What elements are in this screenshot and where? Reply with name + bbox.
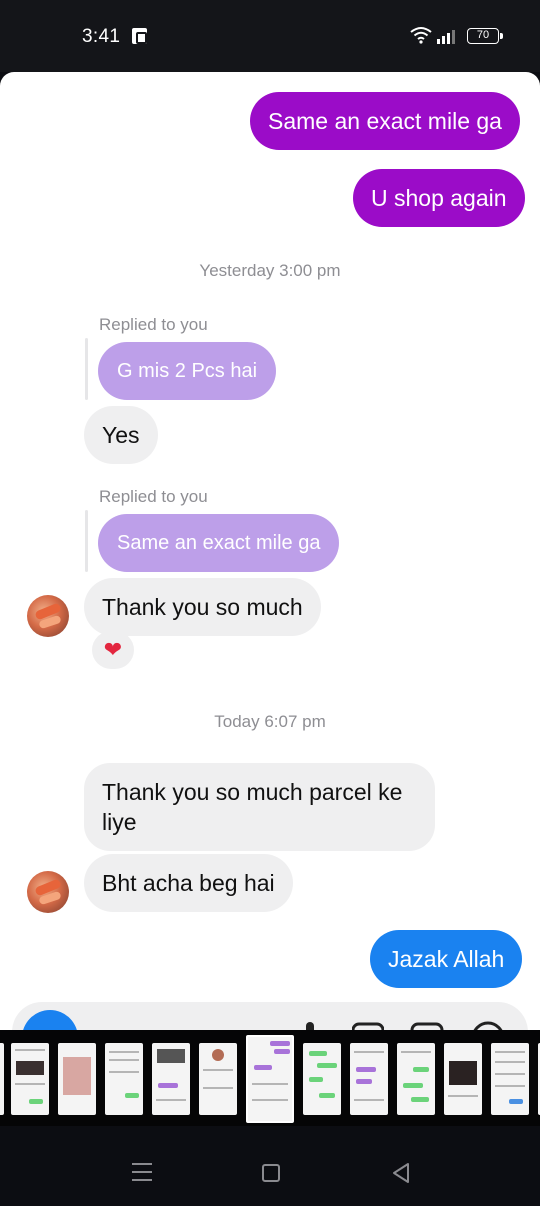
reply-indicator-line bbox=[85, 338, 88, 400]
shopping-bag-icon bbox=[132, 28, 147, 44]
thumbnail[interactable] bbox=[11, 1043, 49, 1115]
mic-icon[interactable] bbox=[302, 1020, 318, 1030]
recents-menu-icon[interactable] bbox=[132, 1163, 152, 1181]
gallery-icon[interactable] bbox=[352, 1022, 384, 1030]
thumbnail[interactable] bbox=[0, 1043, 4, 1115]
home-square-icon[interactable] bbox=[262, 1164, 280, 1182]
chat-thread[interactable]: Same an exact mile ga U shop again Yeste… bbox=[0, 72, 540, 1030]
status-bar: 3:41 70 bbox=[0, 0, 540, 72]
message-incoming[interactable]: Thank you so much bbox=[84, 578, 321, 636]
add-icon[interactable] bbox=[470, 1020, 506, 1030]
message-outgoing[interactable]: Same an exact mile ga bbox=[250, 92, 520, 150]
thumbnail[interactable] bbox=[444, 1043, 482, 1115]
status-time: 3:41 bbox=[82, 26, 121, 47]
system-navigation-bar bbox=[0, 1126, 540, 1206]
heart-reaction-icon[interactable]: ❤ bbox=[92, 631, 134, 669]
signal-icon bbox=[437, 30, 455, 44]
message-composer[interactable] bbox=[12, 1002, 528, 1030]
replied-label: Replied to you bbox=[99, 315, 208, 334]
wifi-icon bbox=[410, 27, 432, 44]
timestamp: Yesterday 3:00 pm bbox=[199, 261, 341, 280]
message-outgoing[interactable]: Jazak Allah bbox=[370, 930, 523, 988]
thumbnail-current[interactable] bbox=[246, 1035, 294, 1123]
replied-label: Replied to you bbox=[99, 487, 208, 506]
sticker-icon[interactable] bbox=[410, 1022, 444, 1030]
recents-thumbnail-strip[interactable] bbox=[0, 1030, 540, 1126]
thumbnail[interactable] bbox=[199, 1043, 237, 1115]
thumbnail[interactable] bbox=[397, 1043, 435, 1115]
timestamp: Today 6:07 pm bbox=[214, 712, 326, 731]
contact-avatar[interactable] bbox=[27, 595, 69, 637]
message-incoming[interactable]: Bht acha beg hai bbox=[84, 854, 293, 912]
thumbnail[interactable] bbox=[58, 1043, 96, 1115]
thumbnail[interactable] bbox=[152, 1043, 190, 1115]
reply-quote[interactable]: Same an exact mile ga bbox=[98, 514, 340, 572]
message-outgoing[interactable]: U shop again bbox=[353, 169, 525, 227]
contact-avatar[interactable] bbox=[27, 871, 69, 913]
thumbnail[interactable] bbox=[491, 1043, 529, 1115]
thumbnail[interactable] bbox=[350, 1043, 388, 1115]
back-triangle-icon[interactable] bbox=[390, 1162, 412, 1184]
thumbnail[interactable] bbox=[303, 1043, 341, 1115]
message-incoming[interactable]: Thank you so much parcel ke liye bbox=[84, 763, 435, 851]
thumbnail[interactable] bbox=[105, 1043, 143, 1115]
reply-indicator-line bbox=[85, 510, 88, 572]
message-incoming[interactable]: Yes bbox=[84, 406, 158, 464]
reply-quote[interactable]: G mis 2 Pcs hai bbox=[98, 342, 277, 400]
battery-indicator: 70 bbox=[467, 28, 503, 44]
